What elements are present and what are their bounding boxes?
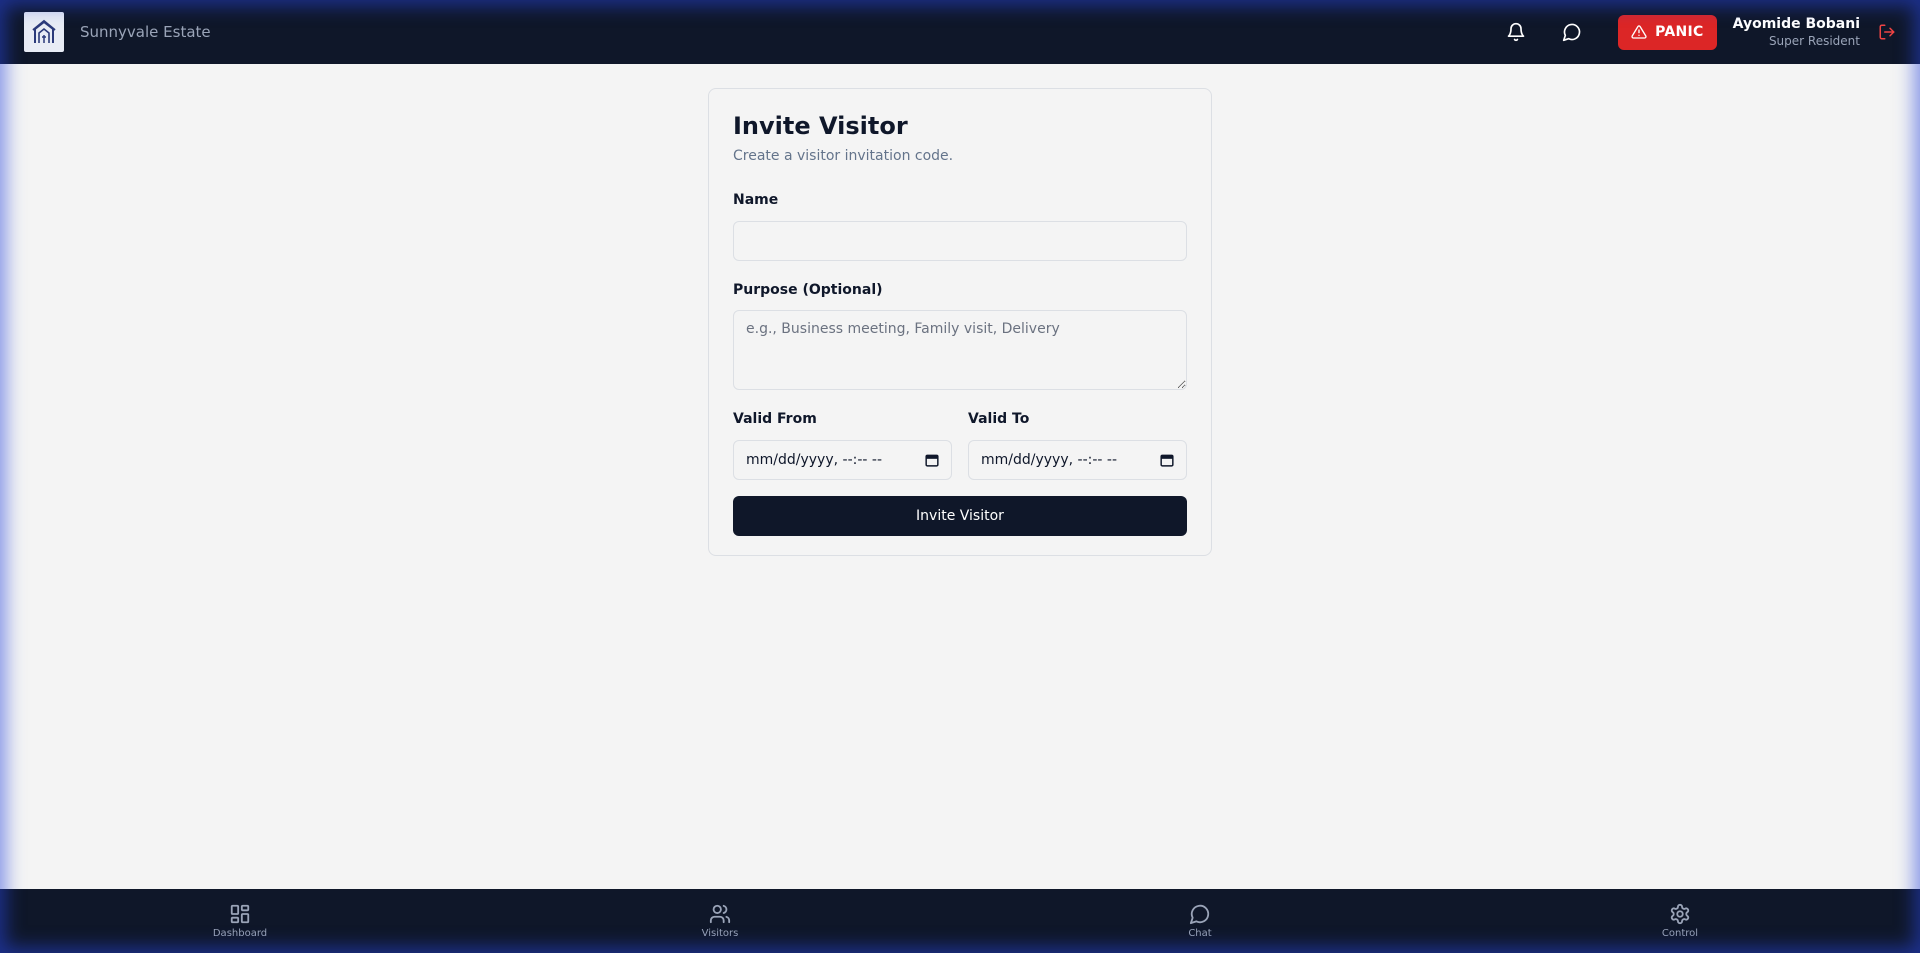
user-profile[interactable]: Ayomide Bobani Super Resident [1733, 15, 1860, 49]
nav-label-chat: Chat [1188, 927, 1212, 939]
calendar-icon[interactable] [925, 453, 939, 467]
estate-logo[interactable] [24, 12, 64, 52]
notifications-button[interactable] [1496, 12, 1536, 52]
user-role: Super Resident [1768, 34, 1860, 48]
validity-row: Valid From mm/dd/yyyy, --:-- -- Valid To… [733, 410, 1187, 480]
nav-item-chat[interactable]: Chat [960, 889, 1440, 953]
valid-to-value: mm/dd/yyyy, --:-- -- [981, 452, 1118, 468]
name-label: Name [733, 192, 779, 208]
nav-label-dashboard: Dashboard [212, 927, 268, 939]
valid-to-group: Valid To mm/dd/yyyy, --:-- -- [968, 410, 1187, 480]
purpose-textarea[interactable] [733, 310, 1187, 390]
valid-to-input[interactable]: mm/dd/yyyy, --:-- -- [968, 440, 1187, 480]
invite-visitor-card: Invite Visitor Create a visitor invitati… [708, 88, 1212, 556]
valid-from-label: Valid From [733, 411, 817, 427]
nav-label-visitors: Visitors [701, 927, 739, 939]
gear-icon [1670, 903, 1690, 924]
user-name: Ayomide Bobani [1732, 16, 1860, 32]
chat-bubble-icon [1562, 23, 1581, 42]
calendar-icon[interactable] [1160, 453, 1174, 467]
estate-name: Sunnyvale Estate [80, 23, 211, 41]
nav-item-control[interactable]: Control [1440, 889, 1920, 953]
logout-button[interactable] [1878, 23, 1896, 41]
page-title: Invite Visitor [733, 112, 908, 140]
valid-to-label: Valid To [968, 411, 1030, 427]
nav-label-control: Control [1661, 927, 1699, 939]
estate-house-icon [32, 19, 56, 43]
invite-visitor-button[interactable]: Invite Visitor [733, 496, 1187, 536]
header-actions: PANIC Ayomide Bobani Super Resident [1480, 0, 1896, 64]
bell-icon [1507, 22, 1525, 42]
panic-button[interactable]: PANIC [1618, 14, 1717, 50]
nav-item-visitors[interactable]: Visitors [480, 889, 960, 953]
panic-label: PANIC [1655, 24, 1704, 40]
warning-triangle-icon [1631, 25, 1647, 39]
page-subtitle: Create a visitor invitation code. [733, 148, 954, 164]
purpose-label: Purpose (Optional) [733, 282, 883, 298]
valid-from-input[interactable]: mm/dd/yyyy, --:-- -- [733, 440, 952, 480]
valid-from-group: Valid From mm/dd/yyyy, --:-- -- [733, 410, 952, 480]
app-frame: Sunnyvale Estate PANIC Ayomide Bobani Su… [0, 0, 1920, 953]
top-header: Sunnyvale Estate PANIC Ayomide Bobani Su… [0, 0, 1920, 64]
chat-button[interactable] [1552, 12, 1592, 52]
chat-bubble-icon [1189, 904, 1210, 924]
users-icon [709, 904, 731, 923]
valid-from-value: mm/dd/yyyy, --:-- -- [746, 452, 883, 468]
name-input[interactable] [733, 221, 1187, 261]
bottom-nav: Dashboard Visitors Chat Control [0, 889, 1920, 953]
dashboard-grid-icon [230, 904, 250, 923]
logout-icon [1879, 24, 1895, 40]
nav-item-dashboard[interactable]: Dashboard [0, 889, 480, 953]
